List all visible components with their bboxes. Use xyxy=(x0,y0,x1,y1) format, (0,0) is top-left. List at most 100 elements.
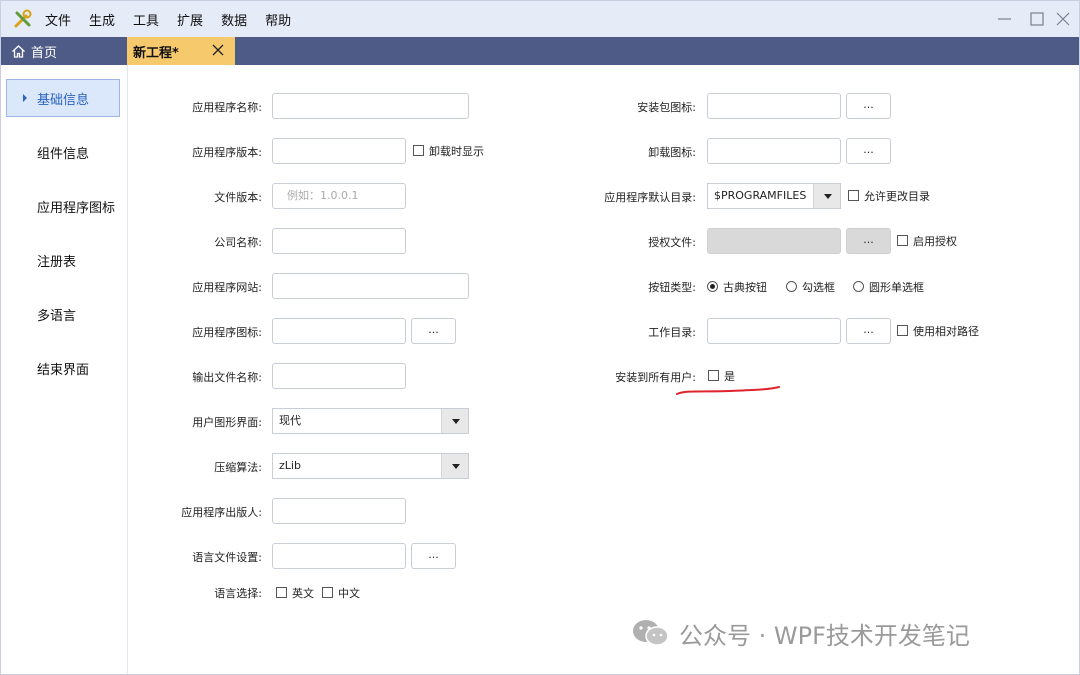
compression-label: 压缩算法: xyxy=(214,461,262,474)
relative-path-checkbox[interactable] xyxy=(897,325,908,336)
uninstall-show-checkbox[interactable] xyxy=(413,145,424,156)
radio-classic-label: 古典按钮 xyxy=(723,281,767,294)
app-name-input[interactable] xyxy=(272,93,469,119)
dropdown-arrow-icon[interactable] xyxy=(441,409,468,433)
menu-bar: 文件 生成 工具 扩展 数据 帮助 xyxy=(45,1,309,37)
relative-path-label: 使用相对路径 xyxy=(913,325,979,338)
dropdown-arrow-icon[interactable] xyxy=(813,184,840,208)
publisher-label: 应用程序出版人: xyxy=(181,506,262,519)
website-input[interactable] xyxy=(272,273,469,299)
uninstall-show-label: 卸载时显示 xyxy=(429,145,484,158)
enable-license-label: 启用授权 xyxy=(913,235,957,248)
workdir-input[interactable] xyxy=(707,318,841,344)
tab-bar: 首页 新工程* xyxy=(1,37,1079,65)
radio-checkbox-style-label: 勾选框 xyxy=(802,281,835,294)
sidebar-item-finish-page[interactable]: 结束界面 xyxy=(6,349,120,387)
workdir-browse-button[interactable]: ... xyxy=(846,318,891,344)
tab-home[interactable]: 首页 xyxy=(1,37,127,65)
sidebar-item-basic-info[interactable]: 基础信息 xyxy=(6,79,120,117)
menu-help[interactable]: 帮助 xyxy=(265,10,291,29)
app-name-label: 应用程序名称: xyxy=(192,101,262,114)
sidebar-item-label: 注册表 xyxy=(37,254,77,270)
workdir-label: 工作目录: xyxy=(648,326,696,339)
lang-file-label: 语言文件设置: xyxy=(192,551,262,564)
file-version-label: 文件版本: xyxy=(214,191,262,204)
sidebar-item-label: 应用程序图标 xyxy=(37,200,116,216)
app-version-label: 应用程序版本: xyxy=(192,146,262,159)
sidebar-item-components[interactable]: 组件信息 xyxy=(6,133,120,171)
compression-select-value: zLib xyxy=(279,459,301,472)
sidebar-item-app-icon[interactable]: 应用程序图标 xyxy=(6,187,120,225)
sidebar-item-registry[interactable]: 注册表 xyxy=(6,241,120,279)
company-label: 公司名称: xyxy=(214,236,262,249)
license-label: 授权文件: xyxy=(648,236,696,249)
file-version-input[interactable]: 例如：1.0.0.1 xyxy=(272,183,406,209)
sidebar: 基础信息 组件信息 应用程序图标 注册表 多语言 结束界面 xyxy=(1,65,128,674)
uninstall-icon-browse-button[interactable]: ... xyxy=(846,138,891,164)
output-name-input[interactable] xyxy=(272,363,406,389)
sidebar-item-label: 基础信息 xyxy=(37,92,90,108)
close-tab-icon[interactable] xyxy=(211,43,225,57)
gui-select-value: 现代 xyxy=(279,414,301,427)
gui-select[interactable]: 现代 xyxy=(272,408,469,434)
title-bar: 文件 生成 工具 扩展 数据 帮助 xyxy=(1,1,1079,37)
radio-round-style[interactable] xyxy=(853,281,864,292)
red-underline-annotation xyxy=(676,386,780,395)
app-version-input[interactable] xyxy=(272,138,406,164)
app-icon-browse-button[interactable]: ... xyxy=(411,318,456,344)
pkg-icon-input[interactable] xyxy=(707,93,841,119)
tools-logo-icon xyxy=(14,9,32,28)
license-input[interactable] xyxy=(707,228,841,254)
watermark-text: 公众号 · WPF技术开发笔记 xyxy=(679,621,970,650)
caret-right-icon xyxy=(23,94,27,102)
menu-file[interactable]: 文件 xyxy=(45,10,71,29)
lang-zh-checkbox[interactable] xyxy=(322,587,333,598)
radio-classic-button[interactable] xyxy=(707,281,718,292)
lang-zh-label: 中文 xyxy=(338,587,360,600)
tab-new-project[interactable]: 新工程* xyxy=(127,37,235,65)
app-icon-input[interactable] xyxy=(272,318,406,344)
pkg-icon-label: 安装包图标: xyxy=(637,101,696,114)
menu-data[interactable]: 数据 xyxy=(221,10,247,29)
sidebar-item-languages[interactable]: 多语言 xyxy=(6,295,120,333)
license-browse-button[interactable]: ... xyxy=(846,228,891,254)
lang-en-label: 英文 xyxy=(292,587,314,600)
wechat-icon xyxy=(633,620,669,646)
allow-change-dir-checkbox[interactable] xyxy=(848,190,859,201)
output-name-label: 输出文件名称: xyxy=(192,371,262,384)
menu-extensions[interactable]: 扩展 xyxy=(177,10,203,29)
uninstall-icon-input[interactable] xyxy=(707,138,841,164)
allow-change-dir-label: 允许更改目录 xyxy=(864,190,930,203)
app-icon-label: 应用程序图标: xyxy=(192,326,262,339)
sidebar-item-label: 组件信息 xyxy=(37,146,90,162)
radio-round-style-label: 圆形单选框 xyxy=(869,281,924,294)
all-users-checkbox[interactable] xyxy=(708,370,719,381)
watermark: 公众号 · WPF技术开发笔记 xyxy=(631,616,970,650)
menu-tools[interactable]: 工具 xyxy=(133,10,159,29)
website-label: 应用程序网站: xyxy=(192,281,262,294)
sidebar-item-label: 结束界面 xyxy=(37,362,90,378)
compression-select[interactable]: zLib xyxy=(272,453,469,479)
radio-checkbox-style[interactable] xyxy=(786,281,797,292)
lang-file-browse-button[interactable]: ... xyxy=(411,543,456,569)
company-input[interactable] xyxy=(272,228,406,254)
home-icon xyxy=(12,44,25,58)
pkg-icon-browse-button[interactable]: ... xyxy=(846,93,891,119)
lang-file-input[interactable] xyxy=(272,543,406,569)
dropdown-arrow-icon[interactable] xyxy=(441,454,468,478)
sidebar-item-label: 多语言 xyxy=(37,308,77,324)
lang-en-checkbox[interactable] xyxy=(276,587,287,598)
tab-home-label: 首页 xyxy=(31,45,58,61)
close-window-icon[interactable] xyxy=(1053,9,1073,29)
uninstall-icon-label: 卸载图标: xyxy=(648,146,696,159)
default-dir-select[interactable]: $PROGRAMFILES xyxy=(707,183,841,209)
button-type-label: 按钮类型: xyxy=(648,281,696,294)
lang-select-label: 语言选择: xyxy=(214,587,262,600)
menu-build[interactable]: 生成 xyxy=(89,10,115,29)
enable-license-checkbox[interactable] xyxy=(897,235,908,246)
minimize-icon[interactable] xyxy=(995,9,1015,29)
publisher-input[interactable] xyxy=(272,498,406,524)
gui-label: 用户图形界面: xyxy=(192,416,262,429)
maximize-icon[interactable] xyxy=(1027,9,1047,29)
app-window: 文件 生成 工具 扩展 数据 帮助 首页 新工程* 基础信息 组件信息 应用程序… xyxy=(0,0,1080,675)
